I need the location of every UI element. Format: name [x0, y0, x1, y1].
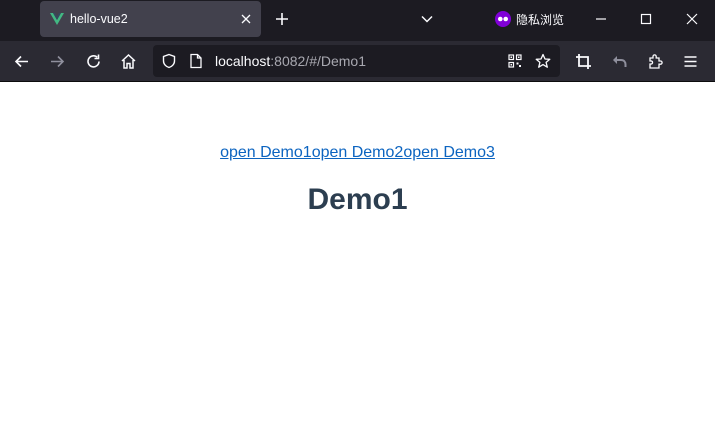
vue-logo-icon — [50, 13, 64, 25]
navigation-toolbar: localhost:8082/#/Demo1 — [0, 41, 715, 82]
screenshot-crop-icon[interactable] — [575, 53, 592, 70]
private-browsing-indicator: 隐私浏览 — [495, 10, 564, 28]
url-field[interactable]: localhost:8082/#/Demo1 — [215, 53, 366, 69]
private-mask-icon — [495, 11, 511, 27]
chevron-down-icon[interactable] — [420, 12, 434, 26]
home-icon[interactable] — [120, 53, 137, 70]
new-tab-icon[interactable] — [274, 11, 290, 27]
bookmark-star-icon[interactable] — [535, 53, 551, 69]
reload-icon[interactable] — [85, 53, 102, 70]
link-open-demo3[interactable]: open Demo3 — [403, 144, 495, 161]
qr-code-icon[interactable] — [508, 54, 522, 68]
back-arrow-icon[interactable] — [13, 53, 30, 70]
close-window-icon[interactable] — [685, 12, 699, 26]
link-open-demo2[interactable]: open Demo2 — [312, 144, 404, 161]
link-open-demo1[interactable]: open Demo1 — [220, 144, 312, 161]
url-host: localhost — [215, 53, 271, 69]
page-icon[interactable] — [189, 53, 203, 69]
undo-icon[interactable] — [611, 53, 628, 70]
forward-arrow-icon[interactable] — [49, 53, 66, 70]
url-path: :8082/#/Demo1 — [270, 53, 366, 69]
shield-icon[interactable] — [161, 53, 177, 69]
maximize-icon[interactable] — [639, 12, 653, 26]
page-content: open Demo1open Demo2open Demo3 Demo1 — [0, 82, 715, 442]
close-tab-icon[interactable] — [240, 13, 252, 25]
extensions-puzzle-icon[interactable] — [647, 53, 664, 70]
browser-titlebar: hello-vue2 隐私浏览 — [0, 0, 715, 41]
tab-hello-vue2[interactable]: hello-vue2 — [40, 1, 261, 37]
tab-title: hello-vue2 — [70, 12, 128, 26]
page-heading: Demo1 — [307, 183, 408, 216]
nav-links: open Demo1open Demo2open Demo3 — [0, 143, 715, 162]
private-browsing-label: 隐私浏览 — [516, 12, 565, 27]
hamburger-menu-icon[interactable] — [682, 53, 699, 70]
address-bar[interactable]: localhost:8082/#/Demo1 — [153, 45, 560, 77]
minimize-icon[interactable] — [594, 12, 608, 26]
